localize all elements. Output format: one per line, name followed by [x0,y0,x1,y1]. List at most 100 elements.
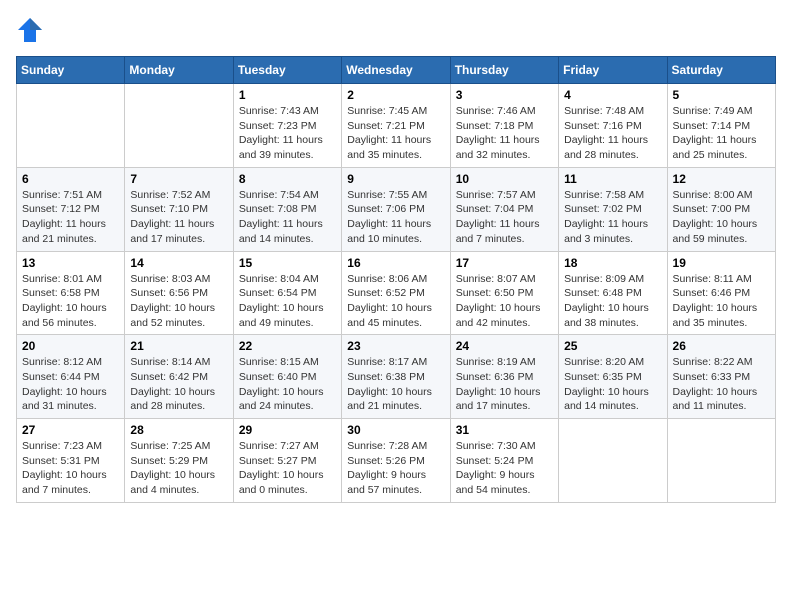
day-info: Sunrise: 8:22 AM Sunset: 6:33 PM Dayligh… [673,355,770,414]
calendar-cell: 3 Sunrise: 7:46 AM Sunset: 7:18 PM Daylig… [450,84,558,168]
day-number: 20 [22,339,119,353]
calendar-cell: 9 Sunrise: 7:55 AM Sunset: 7:06 PM Daylig… [342,167,450,251]
day-number: 21 [130,339,227,353]
day-info: Sunrise: 8:15 AM Sunset: 6:40 PM Dayligh… [239,355,336,414]
day-number: 6 [22,172,119,186]
day-info: Sunrise: 8:00 AM Sunset: 7:00 PM Dayligh… [673,188,770,247]
calendar-cell: 6 Sunrise: 7:51 AM Sunset: 7:12 PM Daylig… [17,167,125,251]
calendar-cell: 11Sunrise: 7:58 AM Sunset: 7:02 PM Dayli… [559,167,667,251]
calendar-week-row: 6 Sunrise: 7:51 AM Sunset: 7:12 PM Daylig… [17,167,776,251]
day-number: 5 [673,88,770,102]
day-info: Sunrise: 8:07 AM Sunset: 6:50 PM Dayligh… [456,272,553,331]
calendar-cell: 24Sunrise: 8:19 AM Sunset: 6:36 PM Dayli… [450,335,558,419]
calendar-cell: 15 Sunrise: 8:04 AM Sunset: 6:54 PM Dayli… [233,251,341,335]
day-info: Sunrise: 7:55 AM Sunset: 7:06 PM Dayligh… [347,188,444,247]
day-info: Sunrise: 7:51 AM Sunset: 7:12 PM Dayligh… [22,188,119,247]
day-info: Sunrise: 7:45 AM Sunset: 7:21 PM Dayligh… [347,104,444,163]
calendar-cell [17,84,125,168]
logo [16,16,48,44]
calendar-cell [559,419,667,503]
day-number: 13 [22,256,119,270]
day-info: Sunrise: 8:01 AM Sunset: 6:58 PM Dayligh… [22,272,119,331]
day-number: 17 [456,256,553,270]
calendar-cell: 18Sunrise: 8:09 AM Sunset: 6:48 PM Dayli… [559,251,667,335]
day-number: 15 [239,256,336,270]
day-info: Sunrise: 7:57 AM Sunset: 7:04 PM Dayligh… [456,188,553,247]
day-info: Sunrise: 8:19 AM Sunset: 6:36 PM Dayligh… [456,355,553,414]
calendar-cell: 31 Sunrise: 7:30 AM Sunset: 5:24 PM Dayli… [450,419,558,503]
day-number: 8 [239,172,336,186]
calendar-header-tuesday: Tuesday [233,57,341,84]
day-info: Sunrise: 7:52 AM Sunset: 7:10 PM Dayligh… [130,188,227,247]
day-number: 7 [130,172,227,186]
day-info: Sunrise: 8:11 AM Sunset: 6:46 PM Dayligh… [673,272,770,331]
day-info: Sunrise: 8:12 AM Sunset: 6:44 PM Dayligh… [22,355,119,414]
calendar-cell: 1 Sunrise: 7:43 AM Sunset: 7:23 PM Daylig… [233,84,341,168]
calendar-cell: 17 Sunrise: 8:07 AM Sunset: 6:50 PM Dayli… [450,251,558,335]
calendar-cell: 12 Sunrise: 8:00 AM Sunset: 7:00 PM Dayli… [667,167,775,251]
day-info: Sunrise: 7:27 AM Sunset: 5:27 PM Dayligh… [239,439,336,498]
day-info: Sunrise: 7:23 AM Sunset: 5:31 PM Dayligh… [22,439,119,498]
day-info: Sunrise: 7:43 AM Sunset: 7:23 PM Dayligh… [239,104,336,163]
calendar-cell: 7 Sunrise: 7:52 AM Sunset: 7:10 PM Daylig… [125,167,233,251]
day-info: Sunrise: 7:28 AM Sunset: 5:26 PM Dayligh… [347,439,444,498]
calendar-header-sunday: Sunday [17,57,125,84]
calendar-week-row: 27 Sunrise: 7:23 AM Sunset: 5:31 PM Dayli… [17,419,776,503]
calendar-cell: 2 Sunrise: 7:45 AM Sunset: 7:21 PM Daylig… [342,84,450,168]
calendar-cell: 25 Sunrise: 8:20 AM Sunset: 6:35 PM Dayli… [559,335,667,419]
day-number: 9 [347,172,444,186]
day-number: 2 [347,88,444,102]
day-info: Sunrise: 7:48 AM Sunset: 7:16 PM Dayligh… [564,104,661,163]
calendar-header-row: SundayMondayTuesdayWednesdayThursdayFrid… [17,57,776,84]
calendar-cell: 28 Sunrise: 7:25 AM Sunset: 5:29 PM Dayli… [125,419,233,503]
day-number: 26 [673,339,770,353]
calendar-header-friday: Friday [559,57,667,84]
calendar-cell: 10 Sunrise: 7:57 AM Sunset: 7:04 PM Dayli… [450,167,558,251]
day-info: Sunrise: 7:25 AM Sunset: 5:29 PM Dayligh… [130,439,227,498]
day-number: 1 [239,88,336,102]
day-number: 23 [347,339,444,353]
day-info: Sunrise: 8:04 AM Sunset: 6:54 PM Dayligh… [239,272,336,331]
calendar-cell: 22 Sunrise: 8:15 AM Sunset: 6:40 PM Dayli… [233,335,341,419]
day-number: 31 [456,423,553,437]
day-number: 12 [673,172,770,186]
calendar-cell: 29 Sunrise: 7:27 AM Sunset: 5:27 PM Dayli… [233,419,341,503]
calendar-cell: 14Sunrise: 8:03 AM Sunset: 6:56 PM Dayli… [125,251,233,335]
day-info: Sunrise: 8:03 AM Sunset: 6:56 PM Dayligh… [130,272,227,331]
day-info: Sunrise: 7:30 AM Sunset: 5:24 PM Dayligh… [456,439,553,498]
calendar-cell: 16Sunrise: 8:06 AM Sunset: 6:52 PM Dayli… [342,251,450,335]
calendar-cell [125,84,233,168]
day-info: Sunrise: 7:46 AM Sunset: 7:18 PM Dayligh… [456,104,553,163]
day-number: 29 [239,423,336,437]
calendar-header-monday: Monday [125,57,233,84]
day-number: 30 [347,423,444,437]
day-number: 10 [456,172,553,186]
calendar-header-thursday: Thursday [450,57,558,84]
day-info: Sunrise: 8:17 AM Sunset: 6:38 PM Dayligh… [347,355,444,414]
calendar-header-saturday: Saturday [667,57,775,84]
day-info: Sunrise: 7:54 AM Sunset: 7:08 PM Dayligh… [239,188,336,247]
calendar-cell: 27 Sunrise: 7:23 AM Sunset: 5:31 PM Dayli… [17,419,125,503]
day-number: 18 [564,256,661,270]
day-number: 27 [22,423,119,437]
calendar-cell [667,419,775,503]
day-info: Sunrise: 7:49 AM Sunset: 7:14 PM Dayligh… [673,104,770,163]
day-number: 28 [130,423,227,437]
day-number: 19 [673,256,770,270]
day-info: Sunrise: 8:06 AM Sunset: 6:52 PM Dayligh… [347,272,444,331]
calendar-cell: 19 Sunrise: 8:11 AM Sunset: 6:46 PM Dayli… [667,251,775,335]
calendar-cell: 4 Sunrise: 7:48 AM Sunset: 7:16 PM Daylig… [559,84,667,168]
calendar-cell: 30 Sunrise: 7:28 AM Sunset: 5:26 PM Dayli… [342,419,450,503]
day-number: 3 [456,88,553,102]
calendar-cell: 8 Sunrise: 7:54 AM Sunset: 7:08 PM Daylig… [233,167,341,251]
day-info: Sunrise: 8:14 AM Sunset: 6:42 PM Dayligh… [130,355,227,414]
day-number: 4 [564,88,661,102]
calendar-cell: 23 Sunrise: 8:17 AM Sunset: 6:38 PM Dayli… [342,335,450,419]
calendar-table: SundayMondayTuesdayWednesdayThursdayFrid… [16,56,776,503]
day-number: 22 [239,339,336,353]
day-info: Sunrise: 8:20 AM Sunset: 6:35 PM Dayligh… [564,355,661,414]
calendar-cell: 26 Sunrise: 8:22 AM Sunset: 6:33 PM Dayli… [667,335,775,419]
day-number: 25 [564,339,661,353]
calendar-cell: 20 Sunrise: 8:12 AM Sunset: 6:44 PM Dayli… [17,335,125,419]
calendar-week-row: 20 Sunrise: 8:12 AM Sunset: 6:44 PM Dayli… [17,335,776,419]
